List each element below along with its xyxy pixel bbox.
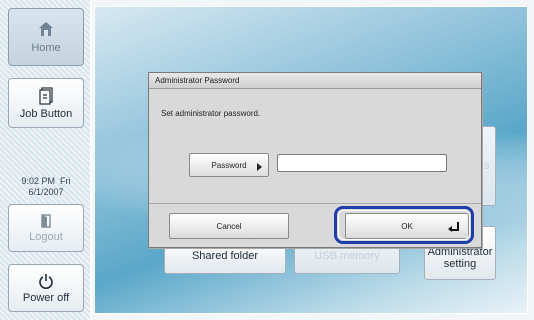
power-off-button[interactable]: Power off (8, 264, 84, 312)
dialog-title: Administrator Password (149, 73, 481, 89)
ok-focus-ring (334, 206, 474, 244)
job-button[interactable]: Job Button (8, 78, 84, 128)
power-off-label: Power off (22, 291, 70, 304)
job-button-label: Job Button (19, 107, 73, 120)
partial-button-label: s (484, 160, 490, 172)
cancel-button[interactable]: Cancel (169, 213, 289, 239)
power-icon (39, 273, 53, 289)
password-input[interactable] (277, 154, 447, 172)
dialog-message: Set administrator password. (161, 109, 261, 118)
left-rail: Home Job Button 9:02 PM Fri 6/1/2007 Log… (0, 0, 92, 320)
job-icon (39, 86, 53, 105)
home-icon (39, 21, 53, 36)
logout-icon (41, 213, 51, 228)
partial-button[interactable]: s (480, 126, 496, 206)
clock-time: 9:02 PM Fri (21, 176, 71, 186)
password-label: Password (211, 160, 247, 170)
clock-date: 6/1/2007 (28, 187, 64, 197)
logout-label: Logout (29, 230, 63, 243)
usb-memory-label: USB memory (314, 250, 380, 262)
shared-folder-label: Shared folder (191, 250, 259, 262)
password-button[interactable]: Password (189, 153, 269, 177)
home-button[interactable]: Home (8, 8, 84, 66)
cancel-label: Cancel (216, 221, 242, 231)
arrow-right-icon (257, 163, 262, 171)
logout-button[interactable]: Logout (8, 204, 84, 252)
clock: 9:02 PM Fri 6/1/2007 (0, 176, 92, 198)
home-label: Home (31, 41, 61, 54)
dialog-divider (149, 203, 481, 204)
screen: Home Job Button 9:02 PM Fri 6/1/2007 Log… (0, 0, 534, 320)
